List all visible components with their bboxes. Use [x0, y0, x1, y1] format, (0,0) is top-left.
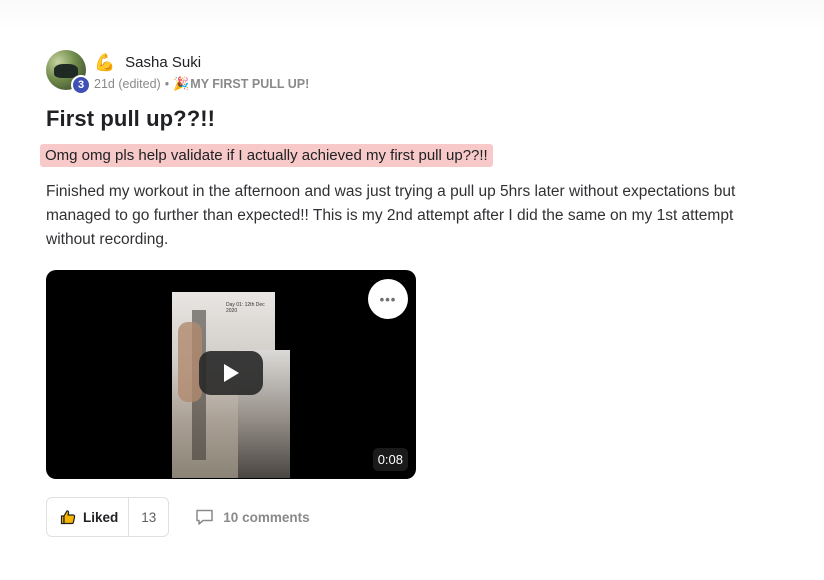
post-header: 3 💪 Sasha Suki 21d (edited) • 🎉 MY FIRST…: [46, 50, 776, 96]
flexed-biceps-icon: 💪: [94, 52, 116, 72]
party-popper-icon: 🎉: [173, 76, 190, 91]
comments-label: 10 comments: [223, 509, 310, 525]
category-label: MY FIRST PULL UP!: [190, 77, 310, 91]
highlight-wrap: Omg omg pls help validate if I actually …: [40, 144, 776, 167]
post-card: 3 💪 Sasha Suki 21d (edited) • 🎉 MY FIRST…: [40, 50, 776, 537]
top-fade: [0, 0, 824, 36]
play-icon: [224, 364, 239, 382]
like-control: Liked 13: [46, 497, 170, 537]
meta-separator: •: [164, 77, 170, 91]
thumbnail-caption: Day 01: 12th Dec 2020: [226, 302, 265, 314]
level-badge: 3: [71, 75, 91, 95]
author-name[interactable]: Sasha Suki: [125, 54, 201, 71]
comment-icon: [196, 509, 214, 525]
more-options-button[interactable]: •••: [368, 279, 408, 319]
post-title: First pull up??!!: [46, 106, 216, 131]
post-actions: Liked 13 10 comments: [46, 497, 776, 537]
highlighted-text: Omg omg pls help validate if I actually …: [40, 144, 493, 167]
post-timestamp[interactable]: 21d (edited): [94, 77, 161, 91]
comments-link[interactable]: 10 comments: [195, 508, 310, 526]
video-duration: 0:08: [372, 448, 408, 471]
like-label: Liked: [83, 509, 119, 525]
post-body: Finished my workout in the afternoon and…: [46, 183, 736, 248]
post-category[interactable]: 🎉 MY FIRST PULL UP!: [173, 76, 309, 92]
like-button[interactable]: Liked: [47, 498, 128, 536]
thumbs-up-icon: [60, 510, 76, 525]
author-line: 💪 Sasha Suki: [94, 52, 201, 72]
like-count[interactable]: 13: [128, 498, 168, 536]
post-meta: 21d (edited) • 🎉 MY FIRST PULL UP!: [94, 76, 309, 92]
video-player[interactable]: Day 01: 12th Dec 2020 ••• 0:08: [46, 270, 416, 479]
play-button[interactable]: [199, 351, 263, 395]
